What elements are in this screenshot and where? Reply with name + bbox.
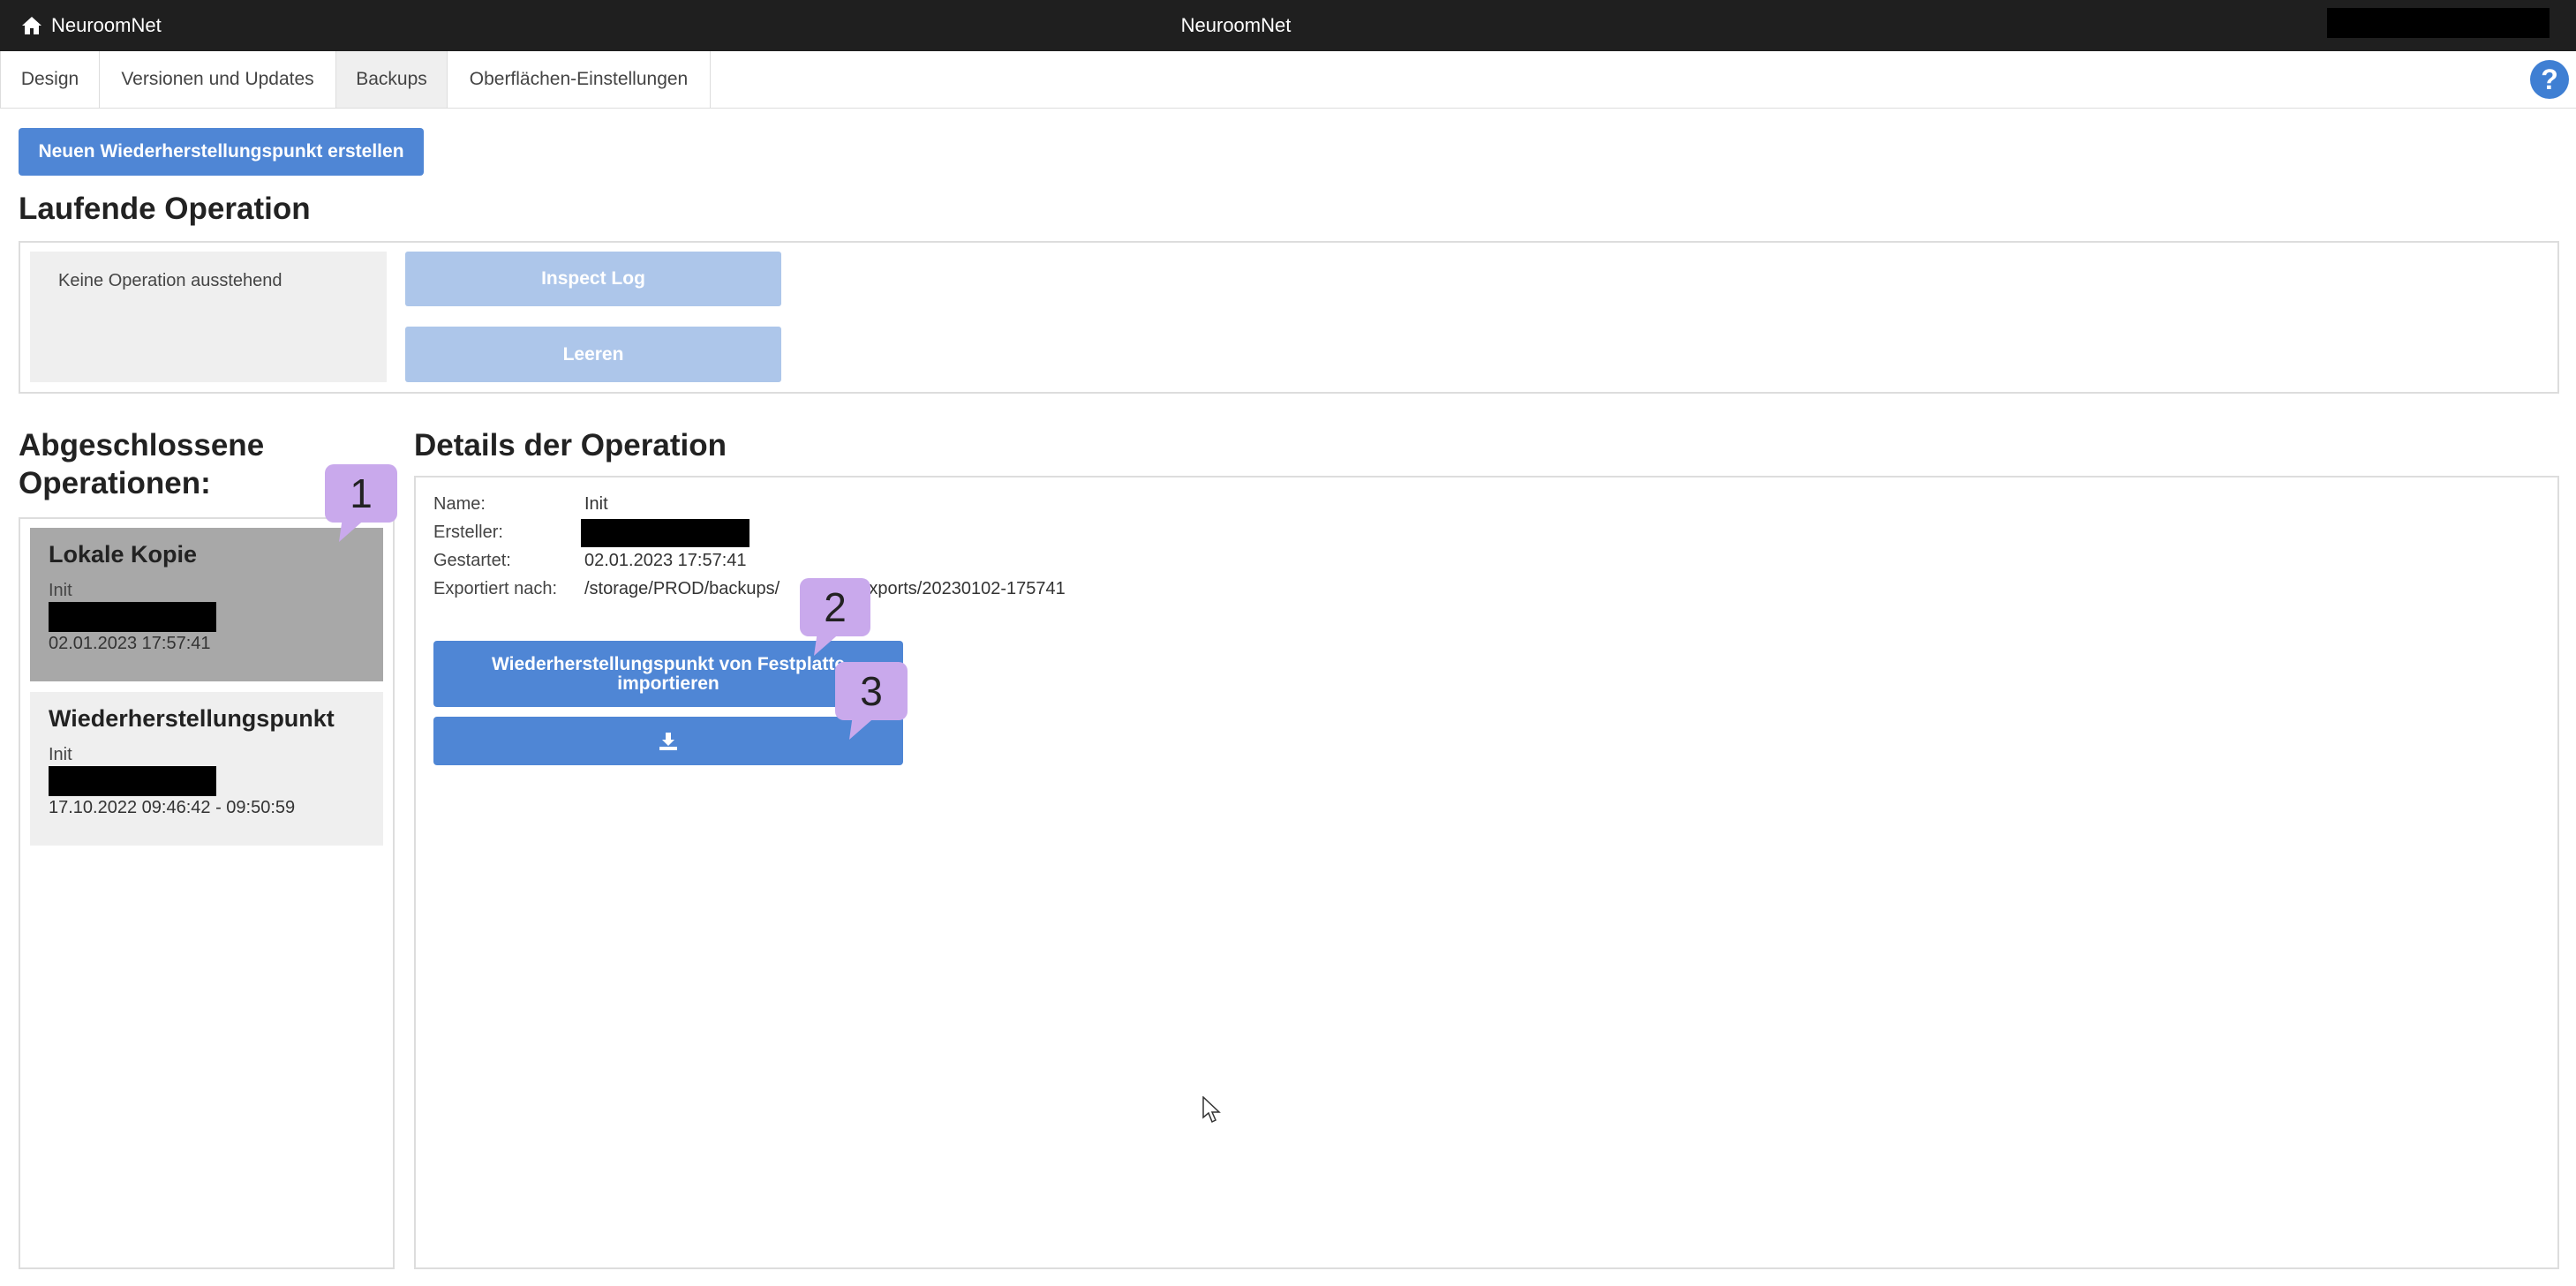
operation-item[interactable]: Wiederherstellungspunkt Init 17.10.2022 … bbox=[30, 692, 383, 846]
clear-button[interactable]: Leeren bbox=[405, 327, 781, 382]
exported-path-prefix: /storage/PROD/backups/ bbox=[584, 579, 780, 598]
completed-operations-heading: Abgeschlossene Operationen: bbox=[19, 426, 264, 502]
operation-item-name: Init bbox=[49, 745, 72, 764]
details-name-label: Name: bbox=[433, 494, 486, 514]
operation-item-creator-redacted bbox=[49, 766, 216, 796]
completed-heading-line1: Abgeschlossene bbox=[19, 428, 265, 463]
mouse-cursor-icon bbox=[1202, 1096, 1221, 1124]
top-bar: NeuroomNet NeuroomNet bbox=[0, 0, 2576, 51]
running-operation-panel bbox=[19, 241, 2559, 394]
annotation-number-1: 1 bbox=[350, 470, 373, 516]
details-started-label: Gestartet: bbox=[433, 551, 511, 570]
operation-item-creator-redacted bbox=[49, 602, 216, 632]
details-exported-label: Exportiert nach: bbox=[433, 579, 558, 598]
details-creator-redacted bbox=[581, 519, 749, 547]
annotation-bubble-2: 2 bbox=[800, 578, 870, 656]
inspect-log-button[interactable]: Inspect Log bbox=[405, 252, 781, 306]
details-name-value: Init bbox=[584, 494, 608, 514]
annotation-number-2: 2 bbox=[824, 584, 847, 630]
user-menu-redacted[interactable] bbox=[2327, 8, 2550, 38]
details-started-value: 02.01.2023 17:57:41 bbox=[584, 551, 747, 570]
annotation-bubble-3: 3 bbox=[835, 662, 908, 740]
tab-bar: Design Versionen und Updates Backups Obe… bbox=[0, 51, 2576, 109]
tab-design[interactable]: Design bbox=[0, 51, 100, 108]
help-icon[interactable]: ? bbox=[2530, 60, 2569, 99]
operation-item-name: Init bbox=[49, 581, 72, 600]
operation-item-date: 02.01.2023 17:57:41 bbox=[49, 634, 211, 653]
operation-item[interactable]: Lokale Kopie Init 02.01.2023 17:57:41 bbox=[30, 528, 383, 681]
bubble-tail bbox=[814, 631, 842, 656]
details-heading: Details der Operation bbox=[414, 428, 727, 463]
tab-versions-updates[interactable]: Versionen und Updates bbox=[100, 51, 336, 108]
exported-path-suffix: exports/20230102-175741 bbox=[859, 579, 1066, 598]
bubble-tail bbox=[339, 517, 367, 542]
operation-item-title: Wiederherstellungspunkt bbox=[49, 705, 335, 732]
annotation-bubble-1: 1 bbox=[325, 464, 397, 542]
tab-ui-settings[interactable]: Oberflächen-Einstellungen bbox=[448, 51, 711, 108]
operation-status-box: Keine Operation ausstehend bbox=[30, 252, 387, 382]
operation-item-date: 17.10.2022 09:46:42 - 09:50:59 bbox=[49, 798, 296, 817]
annotation-number-3: 3 bbox=[860, 668, 883, 714]
import-button-line2: importieren bbox=[617, 673, 719, 694]
download-button[interactable] bbox=[433, 717, 903, 765]
create-restore-point-button[interactable]: Neuen Wiederherstellungspunkt erstellen bbox=[19, 128, 424, 176]
bubble-tail bbox=[849, 715, 877, 740]
app-title: NeuroomNet bbox=[1180, 14, 1292, 36]
running-operation-heading: Laufende Operation bbox=[19, 192, 311, 226]
tab-backups[interactable]: Backups bbox=[336, 51, 448, 108]
import-button-line1: Wiederherstellungspunkt von Festplatte bbox=[491, 653, 846, 674]
operation-item-title: Lokale Kopie bbox=[49, 541, 198, 568]
operation-status-text: Keine Operation ausstehend bbox=[58, 271, 282, 290]
completed-heading-line2: Operationen: bbox=[19, 466, 211, 500]
details-creator-label: Ersteller: bbox=[433, 523, 503, 542]
download-icon bbox=[659, 732, 677, 750]
